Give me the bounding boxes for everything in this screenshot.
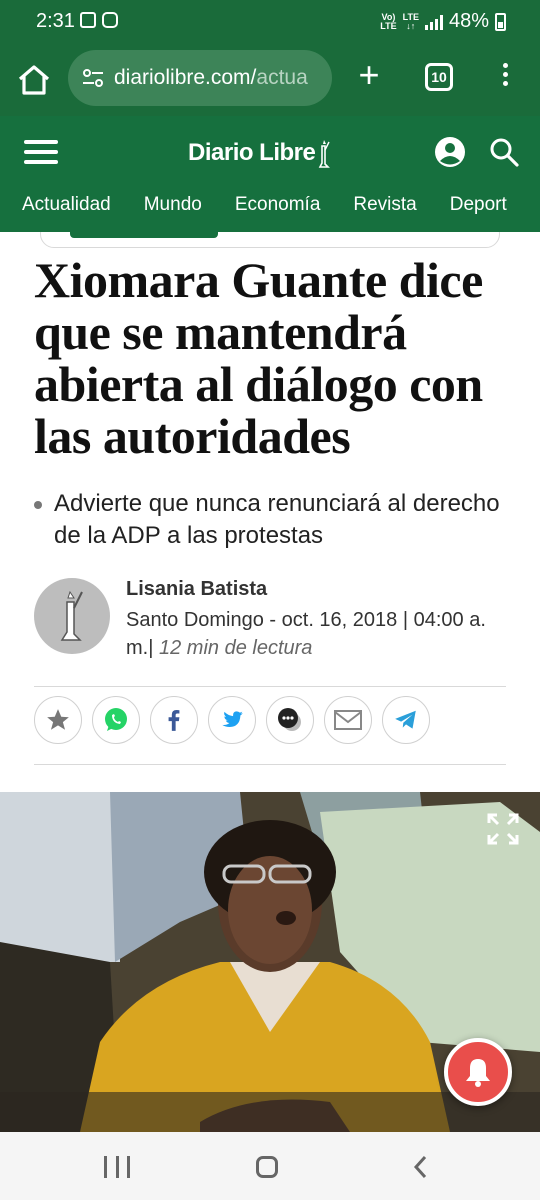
section-nav: Actualidad Mundo Economía Revista Deport [0, 194, 540, 224]
meta-separator: | [148, 637, 154, 659]
volte-indicator: Vo) LTE [380, 11, 397, 31]
message-icon [278, 708, 301, 731]
lte-indicator: LTE ↓↑ [402, 11, 419, 31]
share-telegram-button[interactable] [382, 696, 430, 744]
share-facebook-button[interactable] [150, 696, 198, 744]
signal-icon [424, 14, 443, 30]
share-twitter-button[interactable] [208, 696, 256, 744]
facebook-icon [168, 710, 180, 731]
user-account-icon[interactable] [434, 136, 466, 168]
more-menu-icon[interactable] [498, 60, 512, 94]
notification-icons [80, 12, 118, 28]
nav-item-economia[interactable]: Economía [235, 194, 321, 224]
star-icon [47, 709, 69, 730]
site-header: Diario Libre Actualidad Mundo Economía R… [0, 116, 540, 232]
browser-toolbar: diariolibre.com/actua + 10 [0, 44, 540, 116]
divider [34, 686, 506, 687]
system-navigation-bar [0, 1132, 540, 1200]
whatsapp-icon [105, 708, 127, 731]
article-summary: Advierte que nunca renunciará al derecho… [34, 488, 514, 552]
bell-icon [466, 1059, 490, 1087]
card-accent [70, 232, 218, 238]
tab-switcher-button[interactable]: 10 [425, 63, 453, 91]
logo-figure-icon [319, 140, 331, 168]
share-whatsapp-button[interactable] [92, 696, 140, 744]
site-settings-icon[interactable] [82, 68, 104, 88]
read-time: 12 min de lectura [158, 637, 313, 659]
recent-apps-icon[interactable] [104, 1156, 130, 1178]
article-headline: Xiomara Guante dice que se mantendrá abi… [34, 252, 483, 464]
nav-item-revista[interactable]: Revista [353, 194, 416, 224]
author-meta: Santo Domingo - oct. 16, 2018 | 04:00 a.… [126, 606, 516, 662]
author-name[interactable]: Lisania Batista [126, 578, 267, 601]
hamburger-menu-icon[interactable] [24, 140, 58, 166]
article-content: Xiomara Guante dice que se mantendrá abi… [0, 232, 540, 1132]
nav-item-mundo[interactable]: Mundo [144, 194, 202, 224]
home-button-icon[interactable] [256, 1156, 278, 1178]
instagram-icon [102, 12, 118, 28]
logo-figure-icon [60, 590, 83, 641]
summary-text: Advierte que nunca renunciará al derecho… [54, 490, 500, 549]
address-bar[interactable]: diariolibre.com/actua [68, 50, 332, 106]
status-time: 2:31 [36, 10, 75, 32]
email-icon [334, 710, 362, 730]
bullet-icon [34, 501, 42, 509]
share-email-button[interactable] [324, 696, 372, 744]
favorite-button[interactable] [34, 696, 82, 744]
new-tab-button[interactable]: + [352, 57, 386, 94]
nav-item-actualidad[interactable]: Actualidad [22, 194, 111, 224]
article-photo[interactable] [0, 792, 540, 1132]
gallery-icon [80, 12, 96, 28]
notification-bell-button[interactable] [444, 1038, 512, 1106]
status-right: Vo) LTE LTE ↓↑ 48% [380, 10, 506, 33]
back-icon[interactable] [408, 1154, 434, 1180]
status-bar: 2:31 Vo) LTE LTE ↓↑ 48% [0, 0, 540, 44]
divider [34, 764, 506, 765]
telegram-icon [395, 710, 416, 729]
battery-percent: 48% [448, 10, 489, 32]
author-avatar[interactable] [34, 578, 110, 654]
search-icon[interactable] [488, 136, 520, 168]
site-logo[interactable]: Diario Libre [188, 138, 331, 168]
share-message-button[interactable] [266, 696, 314, 744]
fullscreen-icon[interactable] [486, 812, 520, 846]
url-text: diariolibre.com/actua [114, 66, 308, 89]
nav-item-deportes[interactable]: Deport [450, 194, 507, 224]
twitter-icon [222, 711, 243, 728]
home-icon[interactable] [16, 62, 52, 98]
battery-icon [495, 12, 506, 31]
share-bar [34, 696, 430, 744]
